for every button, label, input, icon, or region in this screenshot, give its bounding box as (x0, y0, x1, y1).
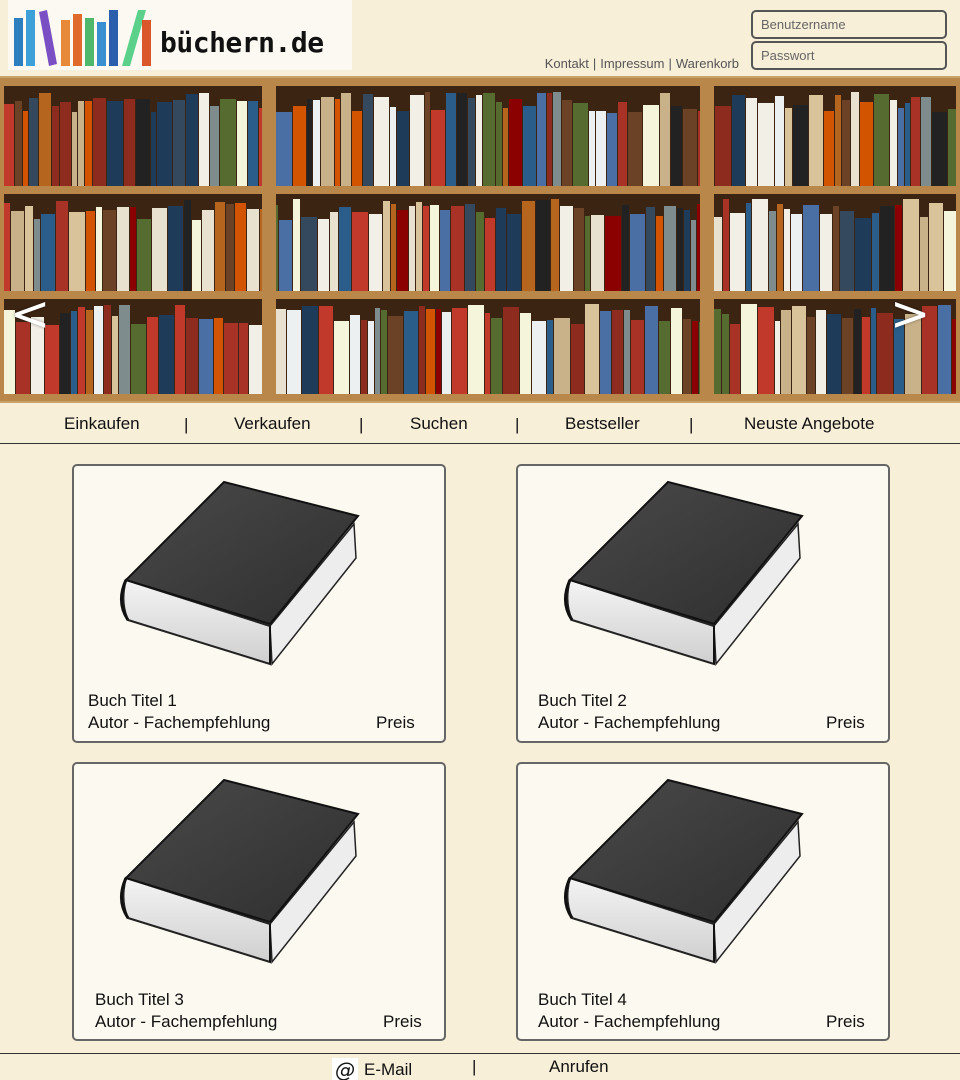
top-links: Kontakt | Impressum | Warenkorb (545, 56, 739, 71)
nav-separator: | (689, 415, 694, 434)
product-title: Buch Titel 3 (95, 990, 184, 1009)
nav-separator: | (359, 415, 364, 434)
at-sign-icon: @ (332, 1058, 358, 1080)
book-image (563, 778, 804, 964)
product-card[interactable]: Buch Titel 1 Autor - Fachempfehlung Prei… (72, 464, 446, 743)
product-card[interactable]: Buch Titel 4 Autor - Fachempfehlung Prei… (516, 762, 890, 1041)
footer-separator: | (472, 1057, 477, 1076)
book-image (119, 778, 360, 964)
logo-wordmark: büchern.de (160, 26, 324, 59)
nav-separator: | (184, 415, 189, 434)
site-header: büchern.de Kontakt | Impressum | Warenkorb (0, 0, 960, 76)
carousel-prev-button[interactable]: < (10, 290, 50, 338)
product-author: Autor - Fachempfehlung (95, 1012, 278, 1031)
nav-suchen[interactable]: Suchen (410, 414, 468, 434)
bookshelf-image (0, 78, 960, 401)
call-button[interactable]: Anrufen (549, 1057, 609, 1077)
product-price: Preis (826, 713, 865, 732)
nav-bestseller[interactable]: Bestseller (565, 414, 640, 434)
site-logo[interactable]: büchern.de (8, 0, 352, 70)
link-separator: | (668, 56, 672, 71)
hero-banner: < > (0, 76, 960, 403)
contact-link[interactable]: Kontakt (545, 56, 589, 71)
nav-separator: | (515, 415, 520, 434)
site-footer: @ E-Mail | Anrufen (0, 1053, 960, 1080)
product-price: Preis (383, 1012, 422, 1031)
email-label: E-Mail (364, 1060, 413, 1079)
book-spines-logo-icon (14, 10, 151, 66)
password-input[interactable] (751, 41, 947, 70)
main-navigation: Einkaufen | Verkaufen | Suchen | Bestsel… (0, 404, 960, 444)
book-image (119, 480, 360, 666)
email-contact-button[interactable]: @ E-Mail (332, 1058, 412, 1080)
username-input[interactable] (751, 10, 947, 39)
product-author: Autor - Fachempfehlung (88, 713, 271, 732)
product-author: Autor - Fachempfehlung (538, 1012, 721, 1031)
product-title: Buch Titel 1 (88, 691, 177, 710)
product-card[interactable]: Buch Titel 2 Autor - Fachempfehlung Prei… (516, 464, 890, 743)
product-card[interactable]: Buch Titel 3 Autor - Fachempfehlung Prei… (72, 762, 446, 1041)
nav-einkaufen[interactable]: Einkaufen (64, 414, 140, 434)
product-author: Autor - Fachempfehlung (538, 713, 721, 732)
product-price: Preis (826, 1012, 865, 1031)
product-title: Buch Titel 4 (538, 990, 627, 1009)
link-separator: | (592, 56, 597, 71)
product-price: Preis (376, 713, 415, 732)
imprint-link[interactable]: Impressum (600, 56, 664, 71)
book-image (563, 480, 804, 666)
nav-verkaufen[interactable]: Verkaufen (234, 414, 311, 434)
product-title: Buch Titel 2 (538, 691, 627, 710)
nav-neuste-angebote[interactable]: Neuste Angebote (744, 414, 874, 434)
cart-link[interactable]: Warenkorb (676, 56, 739, 71)
carousel-next-button[interactable]: > (890, 290, 930, 338)
